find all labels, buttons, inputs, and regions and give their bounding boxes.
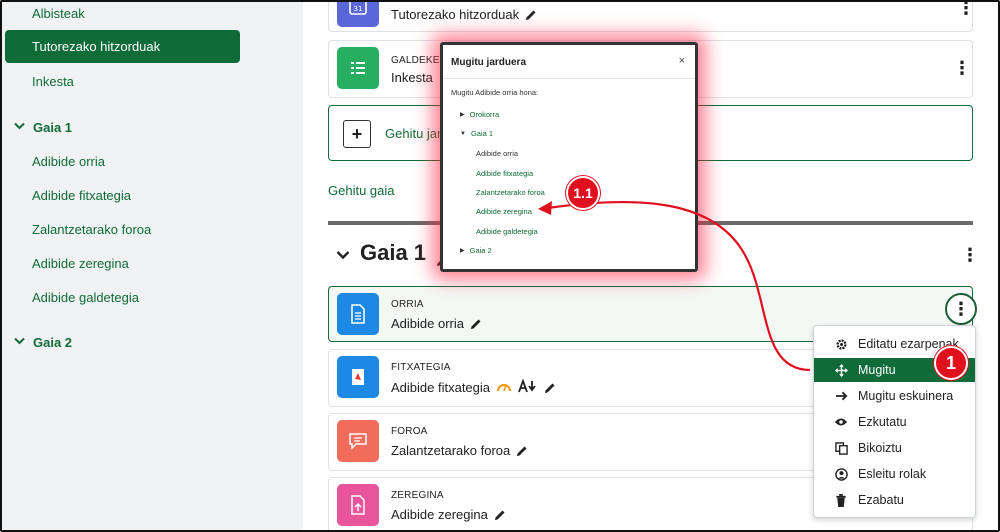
modal-title: Mugitu jarduera [451, 57, 527, 68]
activity-actions-button-open[interactable]: ⋮ [945, 293, 977, 325]
page-icon [337, 293, 379, 335]
tree-item-adibide-orria: Adibide orria [476, 149, 519, 158]
activity-card-scheduler: 31 Tutorezako hitzorduak ⋮ [328, 0, 975, 32]
section-title: Gaia 1 [360, 240, 427, 265]
activity-type: FITXATEGIA [391, 362, 451, 373]
caret-down-icon: ▼ [460, 130, 466, 137]
svg-text:31: 31 [354, 5, 363, 13]
activity-name[interactable]: Adibide fitxategia [391, 380, 490, 395]
add-section-link[interactable]: Gehitu gaia [328, 183, 395, 198]
menu-item-delete[interactable]: Ezabatu [814, 488, 975, 512]
activity-name[interactable]: Adibide orria [391, 316, 464, 331]
user-icon [834, 467, 848, 481]
chevron-down-icon [14, 337, 25, 348]
menu-item-label: Esleitu rolak [858, 467, 927, 481]
tree-item-gaia-2[interactable]: ▶ Gaia 2 [460, 246, 492, 255]
menu-item-label: Mugitu [858, 363, 896, 377]
sidebar-item-inkesta[interactable]: Inkesta [32, 74, 74, 89]
menu-item-move-right[interactable]: Mugitu eskuinera [814, 384, 975, 408]
activity-actions-button[interactable]: ⋮ [951, 0, 981, 23]
pencil-icon[interactable] [525, 9, 537, 21]
activity-name-wrap: Adibide zeregina [391, 507, 506, 522]
move-activity-modal: Mugitu jarduera × Mugitu Adibide orria h… [440, 42, 698, 272]
sidebar-section-gaia-2[interactable]: Gaia 2 [14, 335, 72, 350]
tree-item-zalantzetarako-foroa[interactable]: Zalantzetarako foroa [476, 188, 545, 197]
activity-actions-button[interactable]: ⋮ [947, 53, 977, 83]
menu-item-duplicate[interactable]: Bikoiztu [814, 436, 975, 460]
pencil-icon[interactable] [516, 445, 528, 457]
list-icon [337, 47, 379, 89]
menu-item-assign-roles[interactable]: Esleitu rolak [814, 462, 975, 486]
tree-item-label: Gaia 1 [470, 129, 494, 138]
chevron-down-icon [14, 122, 25, 133]
caret-right-icon: ▶ [460, 112, 465, 118]
sidebar-item-tutorezako-hitzorduak[interactable]: Tutorezako hitzorduak [5, 30, 240, 63]
menu-item-label: Ezkutatu [858, 415, 907, 429]
activity-name[interactable]: Zalantzetarako foroa [391, 443, 510, 458]
modal-prompt: Mugitu Adibide orria hona: [451, 88, 539, 97]
copy-icon [834, 441, 848, 455]
sidebar-section-gaia-1[interactable]: Gaia 1 [14, 120, 72, 135]
file-pdf-icon [337, 356, 379, 398]
activity-name-wrap: Tutorezako hitzorduak [391, 7, 537, 22]
activity-name-wrap: Adibide fitxategia [391, 378, 556, 396]
menu-item-label: Bikoiztu [858, 441, 902, 455]
course-index-sidebar: Albisteak Tutorezako hitzorduak Inkesta … [0, 0, 303, 532]
sidebar-item-albisteak[interactable]: Albisteak [32, 6, 85, 21]
font-download-icon [518, 378, 538, 396]
chevron-down-icon[interactable] [336, 240, 350, 266]
calendar-icon: 31 [337, 0, 379, 27]
add-activity-label: Gehitu jar [385, 126, 442, 141]
activity-type: GALDEKET [391, 55, 446, 66]
annotation-badge-step-1-1: 1.1 [566, 176, 600, 210]
trash-icon [834, 493, 848, 507]
tree-item-orokorra[interactable]: ▶ Orokorra [460, 110, 499, 119]
sidebar-item-adibide-zeregina[interactable]: Adibide zeregina [32, 256, 129, 271]
sidebar-section-label: Gaia 2 [33, 335, 73, 350]
arrow-right-icon [834, 390, 848, 402]
activity-name[interactable]: Adibide zeregina [391, 507, 488, 522]
modal-divider [443, 78, 695, 79]
pencil-icon[interactable] [470, 318, 482, 330]
menu-item-label: Mugitu eskuinera [858, 389, 954, 403]
pencil-icon[interactable] [494, 509, 506, 521]
section-actions-button[interactable]: ⋮ [955, 240, 985, 270]
tree-item-label: Orokorra [469, 110, 500, 119]
tree-item-adibide-galdetegia[interactable]: Adibide galdetegia [476, 227, 538, 236]
move-icon [834, 363, 848, 377]
gauge-icon [496, 380, 512, 395]
activity-name-wrap: Adibide orria [391, 316, 482, 331]
tree-item-label: Gaia 2 [469, 246, 492, 255]
forum-icon [337, 420, 379, 462]
menu-item-label: Ezabatu [858, 493, 904, 507]
annotation-badge-step-1: 1 [934, 346, 968, 380]
plus-icon: + [343, 120, 371, 148]
activity-name[interactable]: Inkesta [391, 70, 433, 85]
sidebar-item-adibide-fitxategia[interactable]: Adibide fitxategia [32, 188, 131, 203]
section-header: Gaia 1 [336, 240, 448, 266]
activity-type: ORRIA [391, 299, 424, 310]
eye-icon [834, 417, 848, 427]
menu-item-hide[interactable]: Ezkutatu [814, 410, 975, 434]
sidebar-section-label: Gaia 1 [33, 120, 73, 135]
sidebar-item-adibide-orria[interactable]: Adibide orria [32, 154, 105, 169]
activity-type: ZEREGINA [391, 490, 444, 501]
close-icon[interactable]: × [679, 55, 685, 67]
tree-item-adibide-fitxategia[interactable]: Adibide fitxategia [476, 169, 533, 178]
activity-type: FOROA [391, 426, 428, 437]
caret-right-icon: ▶ [460, 248, 465, 254]
gear-icon [834, 338, 848, 351]
tree-item-gaia-1[interactable]: ▼ Gaia 1 [460, 129, 493, 138]
activity-name[interactable]: Tutorezako hitzorduak [391, 7, 519, 22]
pencil-icon[interactable] [544, 382, 556, 394]
upload-icon [337, 484, 379, 526]
tree-item-adibide-zeregina[interactable]: Adibide zeregina [476, 207, 532, 216]
sidebar-item-adibide-galdetegia[interactable]: Adibide galdetegia [32, 290, 139, 305]
activity-name-wrap: Zalantzetarako foroa [391, 443, 528, 458]
sidebar-item-zalantzetarako-foroa[interactable]: Zalantzetarako foroa [32, 222, 151, 237]
